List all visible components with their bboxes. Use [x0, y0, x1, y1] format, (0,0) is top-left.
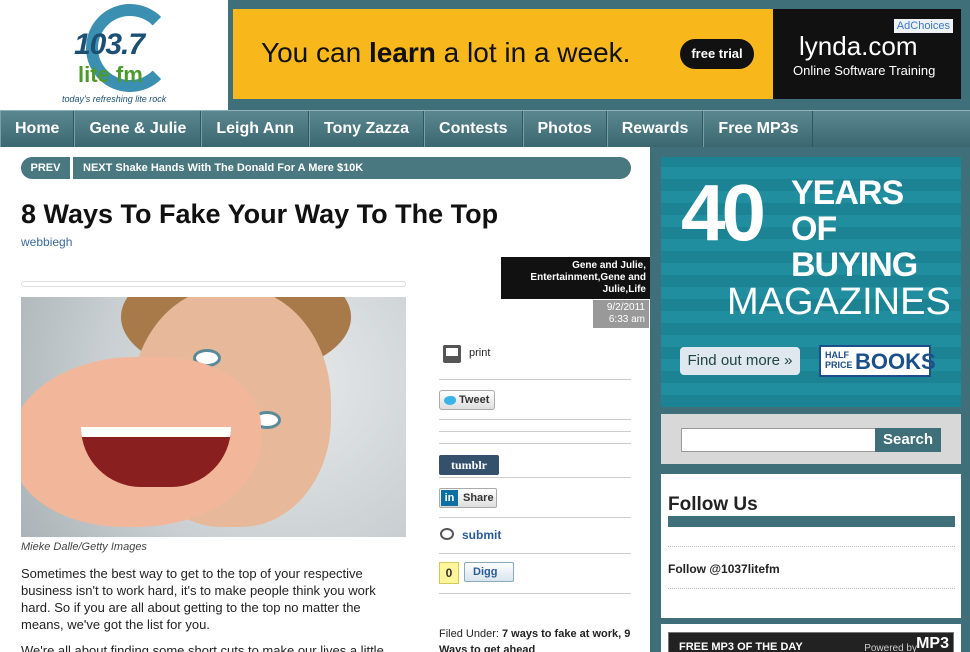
- ad-number: 40: [681, 168, 766, 257]
- logo-name: lite fm: [78, 62, 143, 87]
- nav-item-leigh-ann[interactable]: Leigh Ann: [201, 111, 309, 147]
- find-out-more-button[interactable]: Find out more »: [680, 347, 800, 375]
- article-paragraph: We're all about finding some short cuts …: [21, 643, 384, 652]
- article-body: Sometimes the best way to get to the top…: [21, 565, 406, 652]
- digg-button[interactable]: Digg: [464, 562, 514, 582]
- photo-caption: Mieke Dalle/Getty Images: [21, 541, 147, 553]
- digg-row: 0 Digg: [439, 554, 631, 594]
- linkedin-row: in Share: [439, 478, 631, 518]
- follow-twitter-link[interactable]: Follow @1037litefm: [668, 562, 780, 576]
- logo-number: 103.7: [74, 28, 145, 61]
- tweet-row: Tweet: [439, 380, 631, 420]
- article-title: 8 Ways To Fake Your Way To The Top: [21, 199, 499, 229]
- follow-us-panel: Follow Us Follow @1037litefm: [661, 474, 961, 618]
- hpb-books-text: BOOKS: [855, 349, 936, 374]
- free-mp3-label: FREE MP3 OF THE DAY: [679, 641, 803, 652]
- next-link[interactable]: NEXT Shake Hands With The Donald For A M…: [73, 162, 363, 174]
- ad-right-panel[interactable]: lynda.com Online Software Training AdCho…: [773, 9, 961, 99]
- search-panel: Search: [661, 414, 961, 464]
- site-header: 103.7 lite fm today's refreshing lite ro…: [0, 0, 970, 110]
- article-date-day: 9/2/2011: [606, 302, 645, 313]
- nav-item-rewards[interactable]: Rewards: [606, 111, 704, 147]
- ad-brand-sub: Online Software Training: [793, 63, 936, 78]
- main-content: PREV NEXT Shake Hands With The Donald Fo…: [0, 147, 650, 652]
- article-tags[interactable]: Gene and Julie, Entertainment,Gene and J…: [501, 257, 650, 299]
- follow-us-bar: [668, 516, 955, 527]
- ad-headline: You can learn a lot in a week.: [261, 37, 631, 68]
- share-spacer: [439, 420, 631, 432]
- prev-button[interactable]: PREV: [21, 157, 73, 179]
- hpb-small-text: HALF PRICE: [825, 350, 853, 370]
- half-price-books-logo: HALF PRICE BOOKS: [819, 345, 936, 377]
- follow-us-title: Follow Us: [668, 494, 758, 515]
- free-mp3-bar[interactable]: FREE MP3 OF THE DAY Powered by MP3: [668, 632, 954, 652]
- share-column: print Tweet tumblr in Share submit 0 Dig…: [439, 337, 631, 594]
- print-icon[interactable]: [443, 345, 461, 363]
- share-spacer: [439, 432, 631, 444]
- sidebar-ad[interactable]: 40 YEARS OF BUYING MAGAZINES Find out mo…: [661, 157, 961, 407]
- ad-left-panel[interactable]: You can learn a lot in a week. free tria…: [233, 9, 773, 99]
- divider: [668, 588, 955, 589]
- mp3-powered-by: Powered by: [864, 643, 917, 652]
- nav-item-tony-zazza[interactable]: Tony Zazza: [309, 111, 425, 147]
- tumblr-button[interactable]: tumblr: [439, 455, 499, 475]
- linkedin-label: Share: [463, 492, 494, 504]
- nav-item-gene-julie[interactable]: Gene & Julie: [74, 111, 202, 147]
- nav-item-free-mp3s[interactable]: Free MP3s: [703, 111, 814, 147]
- site-logo[interactable]: 103.7 lite fm today's refreshing lite ro…: [0, 0, 228, 110]
- free-mp3-panel: FREE MP3 OF THE DAY Powered by MP3: [661, 624, 961, 652]
- nav-item-photos[interactable]: Photos: [522, 111, 607, 147]
- ad-brand: lynda.com: [799, 31, 918, 61]
- article-author[interactable]: webbiegh: [21, 235, 72, 249]
- prev-next-bar: PREV NEXT Shake Hands With The Donald Fo…: [21, 157, 631, 179]
- article-date-time: 6:33 am: [608, 314, 645, 325]
- nav-item-home[interactable]: Home: [0, 111, 75, 147]
- article-photo: [21, 297, 406, 537]
- search-button[interactable]: Search: [875, 428, 941, 452]
- nav-item-contests[interactable]: Contests: [424, 111, 523, 147]
- linkedin-icon: in: [441, 490, 458, 506]
- main-nav: Home Gene & Julie Leigh Ann Tony Zazza C…: [0, 110, 970, 147]
- mp3-logo: MP3: [916, 635, 949, 652]
- reddit-submit-link[interactable]: submit: [462, 528, 501, 542]
- adchoices-link[interactable]: AdChoices: [893, 19, 953, 33]
- print-link[interactable]: print: [469, 347, 490, 359]
- article-paragraph: Sometimes the best way to get to the top…: [21, 566, 376, 632]
- reddit-row: submit: [439, 518, 631, 554]
- divider: [668, 546, 955, 547]
- print-row[interactable]: print: [439, 337, 631, 380]
- digg-count: 0: [439, 562, 459, 584]
- linkedin-share-button[interactable]: in Share: [439, 488, 497, 508]
- tweet-button[interactable]: Tweet: [439, 390, 495, 410]
- divider: [21, 281, 406, 287]
- ad-years-text: YEARS OF BUYING: [791, 174, 918, 284]
- filed-under: Filed Under: 7 ways to fake at work, 9 W…: [439, 626, 631, 652]
- article-date: 9/2/2011 6:33 am: [593, 300, 649, 328]
- top-banner-ad[interactable]: You can learn a lot in a week. free tria…: [233, 9, 961, 99]
- free-trial-button[interactable]: free trial: [680, 39, 754, 69]
- tumblr-row: tumblr: [439, 444, 631, 478]
- search-input[interactable]: [681, 428, 877, 452]
- filed-label: Filed Under:: [439, 628, 502, 640]
- reddit-icon[interactable]: [440, 528, 454, 540]
- ad-magazines-text: MAGAZINES: [727, 281, 951, 323]
- logo-tagline: today's refreshing lite rock: [62, 94, 167, 104]
